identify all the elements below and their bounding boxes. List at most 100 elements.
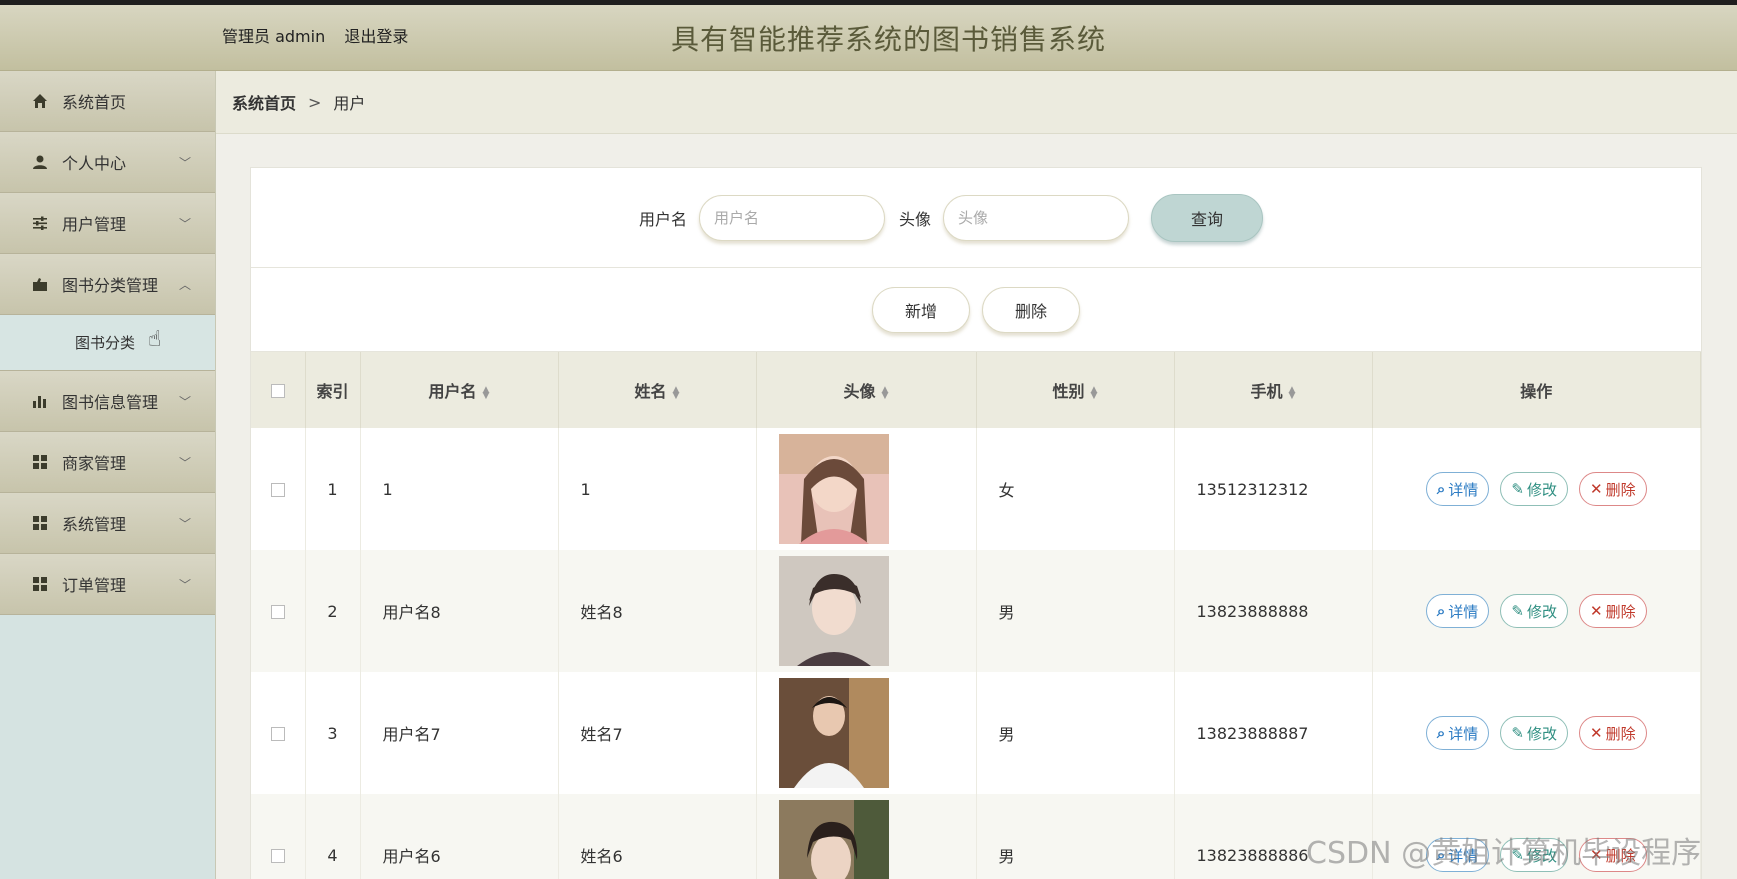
table-row: 1 1 1 女 13512312312 ⌕ 详情 ✎ 修改 ✕ 删除 (251, 428, 1701, 550)
action-bar: 新增 删除 (251, 268, 1701, 352)
edit-label: 修改 (1526, 480, 1557, 499)
briefcase-icon (30, 274, 50, 294)
row-username: 用户名8 (360, 550, 559, 672)
sort-icon[interactable]: ▲ ▼ (483, 385, 490, 400)
edit-label: 修改 (1526, 846, 1557, 865)
detail-label: 详情 (1448, 602, 1479, 621)
sidebar-item-label: 个人中心 (62, 154, 127, 173)
name-header-label: 姓名 (634, 382, 667, 401)
breadcrumb: 系统首页 > 用户 (216, 71, 1737, 134)
detail-button[interactable]: ⌕ 详情 (1425, 716, 1490, 750)
row-checkbox[interactable] (270, 727, 285, 741)
sidebar-item-book-category[interactable]: 图书分类管理 ︿ (0, 254, 215, 315)
row-name: 姓名6 (558, 794, 757, 879)
batch-delete-button[interactable]: 删除 (982, 286, 1080, 333)
ops-header: 操作 (1372, 352, 1701, 428)
sidebar-item-label: 订单管理 (62, 576, 127, 595)
search-icon: ⌕ (1436, 602, 1446, 620)
delete-button[interactable]: ✕ 删除 (1579, 472, 1647, 506)
sidebar-item-users[interactable]: 用户管理 ﹀ (0, 193, 215, 254)
chevron-down-icon: ﹀ (178, 517, 191, 531)
detail-label: 详情 (1448, 480, 1479, 499)
chevron-down-icon: ﹀ (178, 578, 191, 592)
detail-button[interactable]: ⌕ 详情 (1425, 838, 1490, 872)
phone-header-label: 手机 (1250, 382, 1283, 401)
row-gender: 男 (976, 794, 1175, 879)
detail-button[interactable]: ⌕ 详情 (1425, 472, 1490, 506)
row-username: 用户名7 (360, 672, 559, 794)
sidebar-item-personal[interactable]: 个人中心 ﹀ (0, 132, 215, 193)
pencil-icon: ✎ (1511, 846, 1524, 864)
delete-button[interactable]: ✕ 删除 (1579, 838, 1647, 872)
edit-button[interactable]: ✎ 修改 (1500, 472, 1568, 506)
gender-header[interactable]: 性别 ▲ ▼ (976, 352, 1175, 428)
pencil-icon: ✎ (1511, 602, 1524, 620)
avatar-image[interactable] (778, 556, 889, 666)
page-title: 具有智能推荐系统的图书销售系统 (670, 23, 1106, 56)
edit-button[interactable]: ✎ 修改 (1500, 716, 1568, 750)
name-header[interactable]: 姓名 ▲ ▼ (558, 352, 757, 428)
row-index: 1 (305, 428, 361, 550)
delete-label: 删除 (1605, 724, 1636, 743)
detail-label: 详情 (1448, 846, 1479, 865)
sidebar-item-label: 系统首页 (62, 93, 127, 112)
edit-button[interactable]: ✎ 修改 (1500, 594, 1568, 628)
avatar-image[interactable] (778, 678, 889, 788)
bar-chart-icon (30, 391, 50, 411)
sort-icon[interactable]: ▲ ▼ (882, 385, 889, 400)
row-checkbox[interactable] (270, 605, 285, 619)
table-row: 4 用户名6 姓名6 男 13823888886 ⌕ 详情 ✎ 修改 ✕ 删除 (251, 794, 1701, 879)
row-name: 1 (558, 428, 757, 550)
sort-icon[interactable]: ▲ ▼ (673, 385, 680, 400)
sidebar-item-system[interactable]: 系统管理 ﹀ (0, 493, 215, 554)
delete-button[interactable]: ✕ 删除 (1579, 716, 1647, 750)
query-button[interactable]: 查询 (1151, 193, 1264, 242)
avatar-header[interactable]: 头像 ▲ ▼ (756, 352, 977, 428)
username-header[interactable]: 用户名 ▲ ▼ (360, 352, 559, 428)
row-gender: 女 (976, 428, 1175, 550)
edit-label: 修改 (1526, 602, 1557, 621)
detail-button[interactable]: ⌕ 详情 (1425, 594, 1490, 628)
table-header-row: 索引 用户名 ▲ ▼ 姓名 ▲ ▼ 头像 ▲ ▼ 性别 ▲ ▼ 手机 ▲ ▼ 操作 (251, 352, 1701, 428)
select-all-checkbox[interactable] (270, 384, 285, 398)
delete-button[interactable]: ✕ 删除 (1579, 594, 1647, 628)
avatar-image[interactable] (778, 434, 889, 544)
sliders-icon (30, 213, 50, 233)
row-name: 姓名7 (558, 672, 757, 794)
username-label: 用户名 (638, 209, 687, 229)
breadcrumb-home[interactable]: 系统首页 (232, 90, 296, 114)
phone-header[interactable]: 手机 ▲ ▼ (1174, 352, 1373, 428)
row-checkbox[interactable] (270, 849, 285, 863)
close-icon: ✕ (1590, 846, 1603, 864)
search-icon: ⌕ (1436, 724, 1446, 742)
username-search-input[interactable] (699, 194, 885, 241)
avatar-search-input[interactable] (943, 194, 1130, 241)
person-icon (30, 152, 50, 172)
edit-button[interactable]: ✎ 修改 (1500, 838, 1568, 872)
row-username: 用户名6 (360, 794, 559, 879)
username-header-label: 用户名 (428, 382, 477, 401)
grid-icon (30, 574, 50, 594)
sidebar-item-label: 图书信息管理 (62, 393, 159, 412)
home-icon (30, 91, 50, 111)
row-phone: 13823888888 (1174, 550, 1373, 672)
row-checkbox[interactable] (270, 483, 285, 497)
sidebar-item-merchants[interactable]: 商家管理 ﹀ (0, 432, 215, 493)
add-button[interactable]: 新增 (872, 286, 970, 333)
sidebar-subitem-book-category[interactable]: 图书分类 ☝ (0, 315, 215, 371)
row-username: 1 (360, 428, 559, 550)
sidebar-item-home[interactable]: 系统首页 (0, 71, 215, 132)
delete-label: 删除 (1605, 480, 1636, 499)
avatar-image[interactable] (778, 800, 889, 879)
close-icon: ✕ (1590, 602, 1603, 620)
chevron-down-icon: ﹀ (178, 156, 191, 170)
gender-header-label: 性别 (1052, 382, 1085, 401)
sidebar-item-book-info[interactable]: 图书信息管理 ﹀ (0, 371, 215, 432)
close-icon: ✕ (1590, 480, 1603, 498)
row-gender: 男 (976, 672, 1175, 794)
sort-icon[interactable]: ▲ ▼ (1091, 385, 1098, 400)
index-header: 索引 (305, 352, 361, 428)
chevron-down-icon: ﹀ (178, 217, 191, 231)
sort-icon[interactable]: ▲ ▼ (1289, 385, 1296, 400)
sidebar-item-orders[interactable]: 订单管理 ﹀ (0, 554, 215, 615)
